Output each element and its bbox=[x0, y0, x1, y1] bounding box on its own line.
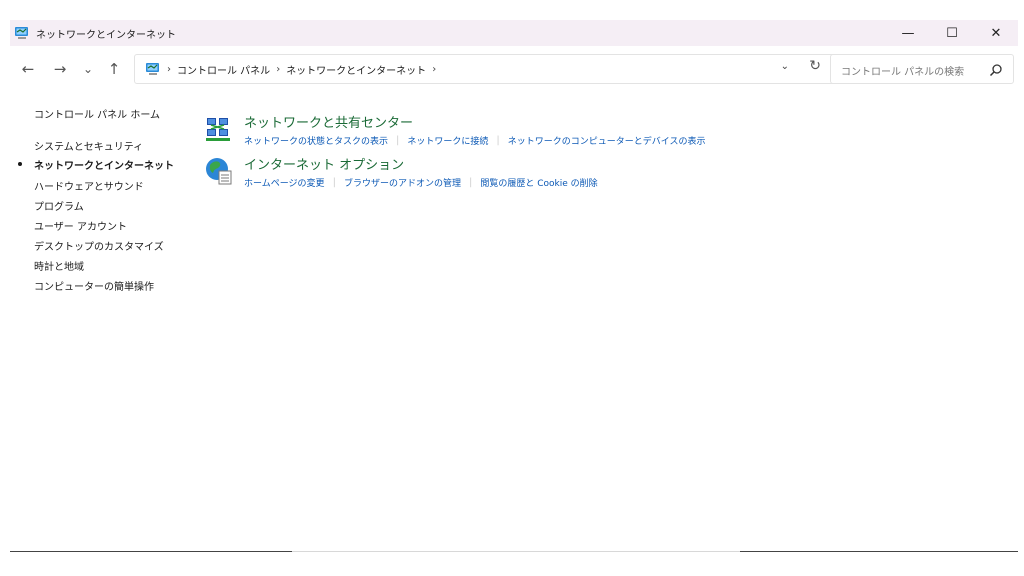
link-view-network-computers[interactable]: ネットワークのコンピューターとデバイスの表示 bbox=[508, 134, 706, 147]
up-button[interactable]: ↑ bbox=[104, 60, 124, 78]
link-view-network-status[interactable]: ネットワークの状態とタスクの表示 bbox=[244, 134, 388, 147]
network-sharing-icon[interactable] bbox=[204, 114, 234, 144]
link-separator: | bbox=[396, 135, 400, 146]
chevron-down-icon: ⌄ bbox=[82, 62, 94, 76]
window-bottom-border bbox=[740, 551, 1018, 552]
category-title-network-sharing[interactable]: ネットワークと共有センター bbox=[244, 112, 413, 131]
maximize-button[interactable]: ☐ bbox=[930, 20, 974, 46]
sidebar-item-hardware-sound[interactable]: ハードウェアとサウンド bbox=[34, 178, 144, 193]
breadcrumb-network-internet[interactable]: ネットワークとインターネット bbox=[286, 62, 426, 77]
title-bar: ネットワークとインターネット — ☐ ✕ bbox=[10, 20, 1018, 46]
back-button[interactable]: ← bbox=[18, 60, 38, 78]
forward-arrow-icon: → bbox=[53, 60, 67, 78]
recent-locations-button[interactable]: ⌄ bbox=[78, 60, 98, 78]
link-change-homepage[interactable]: ホームページの変更 bbox=[244, 176, 325, 189]
location-icon[interactable] bbox=[145, 61, 161, 77]
sidebar-item-user-accounts[interactable]: ユーザー アカウント bbox=[34, 218, 127, 233]
sidebar-item-clock-region[interactable]: 時計と地域 bbox=[34, 258, 84, 273]
link-connect-to-network[interactable]: ネットワークに接続 bbox=[407, 134, 488, 147]
maximize-icon: ☐ bbox=[946, 25, 958, 41]
breadcrumb-separator[interactable]: › bbox=[167, 64, 171, 75]
address-history-dropdown[interactable]: ⌄ bbox=[781, 61, 789, 72]
sidebar-item-programs[interactable]: プログラム bbox=[34, 198, 84, 213]
back-arrow-icon: ← bbox=[21, 60, 35, 78]
sidebar-item-network-internet: ネットワークとインターネット bbox=[34, 161, 174, 172]
link-manage-addons[interactable]: ブラウザーのアドオンの管理 bbox=[344, 176, 461, 189]
internet-options-icon[interactable] bbox=[204, 156, 234, 186]
breadcrumb-control-panel[interactable]: コントロール パネル bbox=[177, 62, 270, 77]
close-icon: ✕ bbox=[990, 25, 1002, 41]
sidebar-item-system-security[interactable]: システムとセキュリティ bbox=[34, 138, 143, 153]
window-bottom-border bbox=[10, 551, 292, 552]
link-separator: | bbox=[496, 135, 500, 146]
address-bar[interactable]: › コントロール パネル › ネットワークとインターネット › ⌄ ↻ bbox=[134, 54, 836, 84]
category-title-internet-options[interactable]: インターネット オプション bbox=[244, 154, 404, 173]
minimize-button[interactable]: — bbox=[886, 20, 930, 46]
search-input[interactable]: コントロール パネルの検索 bbox=[830, 54, 1014, 84]
up-arrow-icon: ↑ bbox=[107, 60, 121, 78]
current-page-bullet bbox=[18, 162, 22, 166]
sidebar-item-control-panel-home[interactable]: コントロール パネル ホーム bbox=[34, 106, 160, 121]
breadcrumb: › コントロール パネル › ネットワークとインターネット › bbox=[145, 55, 442, 83]
link-delete-history-cookies[interactable]: 閲覧の履歴と Cookie の削除 bbox=[480, 176, 597, 189]
control-panel-icon bbox=[14, 25, 30, 41]
forward-button[interactable]: → bbox=[50, 60, 70, 78]
category-internet-options: インターネット オプション ホームページの変更 | ブラウザーのアドオンの管理 … bbox=[200, 154, 900, 194]
sidebar-item-ease-of-access[interactable]: コンピューターの簡単操作 bbox=[34, 278, 154, 293]
search-icon[interactable] bbox=[989, 62, 1003, 77]
link-separator: | bbox=[332, 177, 336, 188]
window-title: ネットワークとインターネット bbox=[36, 29, 176, 41]
breadcrumb-separator[interactable]: › bbox=[432, 64, 436, 75]
navigation-bar: ← → ⌄ ↑ › コントロール パネル › ネットワークとインターネット › … bbox=[10, 51, 1018, 87]
link-separator: | bbox=[468, 177, 473, 188]
search-placeholder: コントロール パネルの検索 bbox=[841, 67, 965, 78]
sidebar-item-desktop-customization[interactable]: デスクトップのカスタマイズ bbox=[34, 238, 164, 253]
refresh-button[interactable]: ↻ bbox=[809, 58, 821, 74]
close-button[interactable]: ✕ bbox=[974, 20, 1018, 46]
breadcrumb-separator[interactable]: › bbox=[276, 64, 280, 75]
minimize-icon: — bbox=[901, 25, 915, 41]
category-network-sharing: ネットワークと共有センター ネットワークの状態とタスクの表示 | ネットワークに… bbox=[200, 112, 900, 152]
